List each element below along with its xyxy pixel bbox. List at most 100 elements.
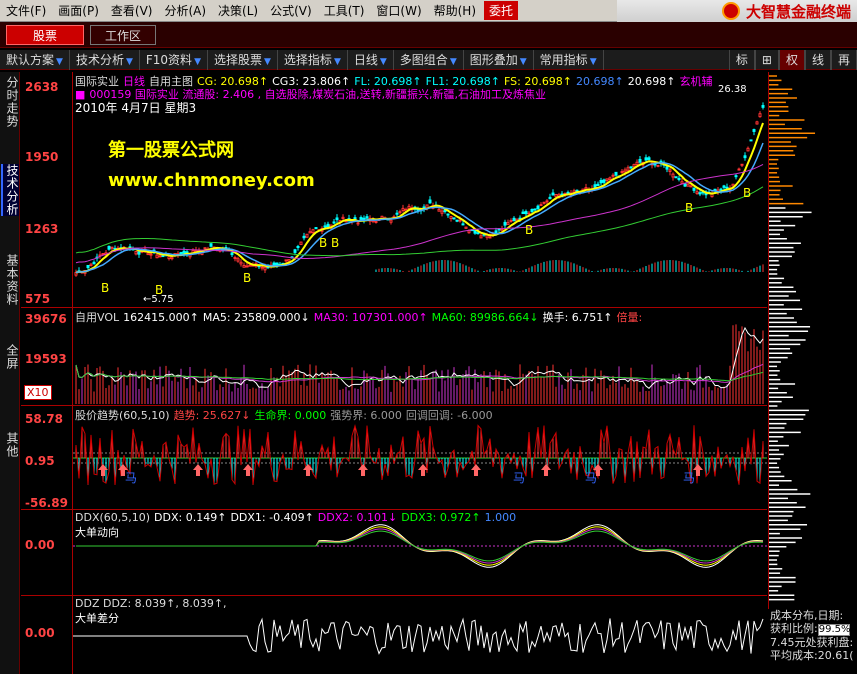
candle — [440, 210, 444, 214]
candle — [335, 217, 339, 221]
toolbar-toggle[interactable]: 权 — [778, 50, 805, 70]
candle — [500, 228, 504, 232]
menu-item[interactable]: 查看(V) — [105, 2, 159, 19]
indicator-value: 玄机辅 — [679, 75, 713, 88]
toolbar-toggle[interactable]: 线 — [804, 50, 831, 70]
side-tab[interactable]: 分时走势 — [1, 76, 19, 128]
toolbar-toggle[interactable]: ⊞ — [754, 50, 779, 70]
side-tab[interactable]: 基本资料 — [1, 254, 19, 306]
chip-distribution-panel — [768, 72, 857, 674]
candle — [275, 262, 279, 266]
trend-header: 股价趋势(60,5,10) 趋势: 25.627↓ 生命界: 0.000 强势界: 6… — [75, 407, 497, 423]
candle — [548, 196, 552, 200]
toolbar-item[interactable]: 图形叠加 ▼ — [464, 49, 534, 70]
candle — [602, 179, 606, 183]
side-tab[interactable]: 其他 — [1, 432, 19, 458]
profit-ratio-field[interactable]: 99.5% — [817, 624, 851, 636]
ddx-y-axis: 0.00 — [21, 510, 73, 595]
toolbar-item[interactable]: 默认方案 ▼ — [0, 49, 70, 70]
menu-item[interactable]: 文件(F) — [0, 2, 52, 19]
candle — [479, 235, 483, 239]
trade-menu-item[interactable]: 委托 — [484, 1, 519, 20]
toolbar-item[interactable]: 选择股票 ▼ — [208, 49, 278, 70]
y-axis-label: 1263 — [25, 222, 59, 236]
side-tab[interactable]: 全屏 — [1, 344, 19, 370]
candle — [629, 166, 633, 169]
dropdown-arrow-icon: ▼ — [379, 56, 387, 67]
menu-item[interactable]: 工具(T) — [318, 2, 371, 19]
vol-ma30 — [75, 363, 764, 383]
candle — [296, 245, 300, 248]
menu-item[interactable]: 公式(V) — [264, 2, 318, 19]
toolbar-toggle[interactable]: 标 — [728, 50, 755, 70]
menu-item[interactable]: 窗口(W) — [370, 2, 427, 19]
candle — [488, 236, 492, 239]
dropdown-arrow-icon: ▼ — [449, 56, 457, 67]
candle — [677, 177, 681, 180]
candle — [284, 259, 288, 262]
toolbar-item-label: F10资料 — [145, 52, 193, 67]
tab-workspace[interactable]: 工作区 — [90, 25, 156, 45]
candle — [614, 171, 618, 176]
candle — [272, 262, 276, 266]
toolbar-item[interactable]: 多图组合 ▼ — [394, 49, 464, 70]
candle — [359, 217, 363, 220]
ddz-y-axis: 0.00 — [21, 596, 73, 674]
toolbar-item[interactable]: 技术分析 ▼ — [70, 49, 140, 70]
toolbar-item-label: 技术分析 — [75, 52, 124, 67]
indicator-value: DDX: 0.149↑ — [154, 511, 227, 524]
ddx-panel: 0.00 DDX(60,5,10) DDX: 0.149↑ DDX1: -0.409… — [21, 510, 767, 596]
candle — [449, 215, 453, 219]
dropdown-arrow-icon: ▼ — [194, 56, 201, 67]
candle — [326, 223, 330, 228]
dropdown-arrow-icon: ▼ — [589, 56, 597, 67]
dropdown-arrow-icon: ▼ — [519, 56, 527, 67]
candle — [461, 223, 465, 226]
menu-item[interactable]: 分析(A) — [158, 2, 212, 19]
menu-item[interactable]: 帮助(H) — [428, 2, 482, 19]
trend-line — [75, 423, 764, 486]
y-axis-label: 1950 — [25, 150, 59, 164]
ddz-subtitle: 大单差分 — [75, 612, 119, 625]
ma-signal-label: 马 — [513, 471, 525, 485]
candle — [623, 169, 627, 173]
toolbar-item[interactable]: 选择指标 ▼ — [278, 49, 348, 70]
candle — [665, 166, 669, 170]
candle — [341, 216, 345, 220]
candle — [512, 217, 516, 221]
candle — [689, 185, 693, 188]
candle — [746, 147, 750, 152]
candle — [605, 178, 609, 181]
toolbar-item[interactable]: F10资料 ▼ — [140, 49, 208, 70]
buy-arrow-icon — [541, 464, 551, 476]
price-y-axis: 2638 1950 1263 575 — [21, 72, 73, 307]
candle — [524, 211, 528, 215]
toolbar-toggle[interactable]: 再 — [830, 50, 857, 70]
candle — [89, 263, 93, 267]
candle — [734, 175, 738, 178]
ddz-line — [76, 617, 764, 655]
dropdown-arrow-icon: ▼ — [264, 56, 271, 67]
candle — [389, 219, 393, 223]
toolbar-item-label: 选择指标 — [283, 52, 332, 67]
analysis-toolbar: 默认方案 ▼ 技术分析 ▼ F10资料 ▼ 选择股票 ▼ 选择指标 ▼ 日线 ▼ 多图组合 ▼ 图形叠加 ▼ 常… — [0, 49, 857, 70]
candle — [155, 254, 159, 259]
menu-item[interactable]: 决策(L) — [212, 2, 264, 19]
candle — [287, 259, 291, 262]
side-tab-bar: 分时走势技术分析基本资料全屏其他 — [0, 72, 20, 674]
candle — [599, 179, 603, 184]
volume-scale-badge[interactable]: X10 — [24, 385, 52, 400]
candle — [671, 173, 675, 178]
candle — [455, 219, 459, 222]
y-axis-label: 0.00 — [25, 538, 55, 552]
candle — [752, 129, 756, 132]
side-tab[interactable]: 技术分析 — [1, 164, 19, 216]
candle — [686, 183, 690, 187]
toolbar-item[interactable]: 日线 ▼ — [348, 49, 394, 70]
toolbar-right: 标 ⊞ 权线再 — [728, 50, 857, 70]
menu-item[interactable]: 画面(P) — [52, 2, 105, 19]
toolbar-item[interactable]: 常用指标 ▼ — [534, 49, 604, 70]
toolbar-item-label: 常用指标 — [539, 52, 588, 67]
indicator-value: 倍量: — [616, 311, 643, 324]
tab-stock[interactable]: 股票 — [6, 25, 84, 45]
